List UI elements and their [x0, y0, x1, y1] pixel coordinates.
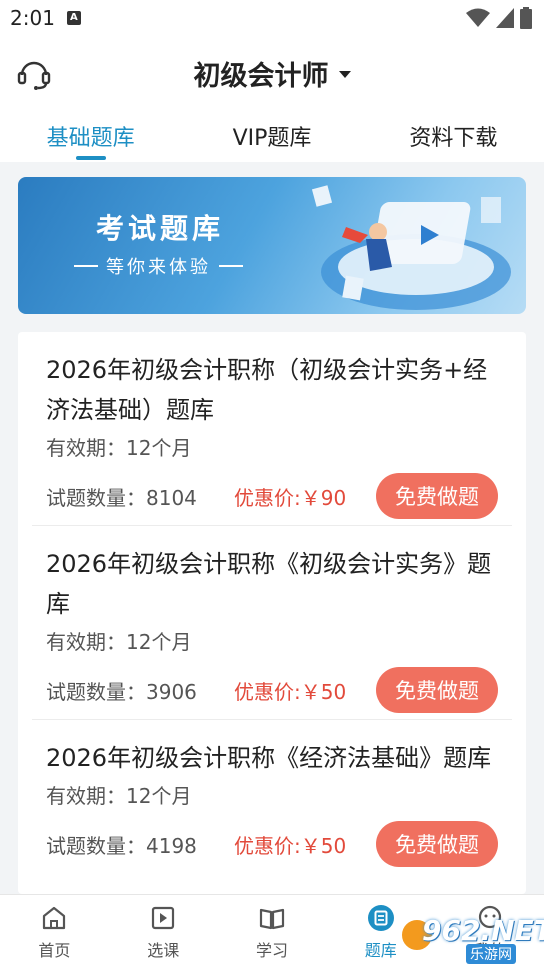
item-validity: 有效期：12个月: [46, 436, 192, 460]
banner-illustration: [311, 185, 511, 310]
exam-selector[interactable]: 初级会计师: [194, 54, 351, 93]
tab-materials-download[interactable]: 资料下载: [363, 110, 544, 162]
home-icon: [43, 906, 66, 929]
item-question-count: 试题数量：4198: [46, 833, 197, 858]
item-price: 优惠价:￥90: [234, 485, 347, 510]
nav-label: 选课: [147, 940, 180, 960]
nav-label: 题库: [364, 940, 397, 960]
divider: [74, 265, 98, 267]
banner-title: 考试题库: [96, 212, 225, 245]
item-title: 2026年初级会计职称《经济法基础》题库: [46, 744, 492, 772]
item-title: 2026年初级会计职称《初级会计实务》题库: [46, 550, 492, 618]
free-practice-button[interactable]: 免费做题: [376, 473, 498, 519]
tab-label: VIP题库: [232, 126, 312, 151]
item-question-count: 试题数量：8104: [46, 485, 197, 510]
app-header: 初级会计师: [0, 36, 544, 110]
free-practice-button[interactable]: 免费做题: [376, 821, 498, 867]
watermark-sub: 乐游网: [466, 944, 516, 964]
nav-courses[interactable]: 选课: [109, 895, 218, 968]
tab-bar: 基础题库 VIP题库 资料下载: [0, 110, 544, 162]
tab-vip-question-bank[interactable]: VIP题库: [181, 110, 362, 162]
study-icon: [259, 908, 285, 929]
watermark-main: 962.NET: [422, 914, 544, 947]
caret-down-icon: [338, 70, 351, 78]
banner-subtitle-row: 等你来体验: [74, 253, 243, 279]
nav-home[interactable]: 首页: [0, 895, 109, 968]
course-icon: [152, 906, 175, 929]
divider: [219, 265, 243, 267]
tab-label: 资料下载: [409, 126, 498, 151]
wifi-icon: [466, 8, 490, 27]
battery-icon: [520, 7, 532, 29]
active-tab-indicator: [75, 156, 106, 160]
question-bank-list: 2026年初级会计职称（初级会计实务+经济法基础）题库 有效期：12个月 试题数…: [18, 332, 526, 894]
status-time: 2:01: [10, 6, 55, 30]
question-bank-icon: [367, 904, 394, 931]
list-item[interactable]: 2026年初级会计职称《初级会计实务》题库 有效期：12个月 试题数量：3906…: [32, 526, 512, 720]
tab-basic-question-bank[interactable]: 基础题库: [0, 110, 181, 162]
item-question-count: 试题数量：3906: [46, 679, 197, 704]
item-title: 2026年初级会计职称（初级会计实务+经济法基础）题库: [46, 356, 488, 424]
tab-label: 基础题库: [46, 126, 135, 151]
watermark: 962.NET 乐游网: [400, 914, 544, 966]
item-price: 优惠价:￥50: [234, 833, 347, 858]
page-title: 初级会计师: [193, 60, 329, 92]
free-practice-button[interactable]: 免费做题: [376, 667, 498, 713]
item-validity: 有效期：12个月: [46, 630, 192, 654]
list-item[interactable]: 2026年初级会计职称（初级会计实务+经济法基础）题库 有效期：12个月 试题数…: [32, 332, 512, 526]
list-item[interactable]: 2026年初级会计职称《经济法基础》题库 有效期：12个月 试题数量：4198 …: [32, 720, 512, 894]
nav-label: 首页: [38, 940, 71, 960]
nav-study[interactable]: 学习: [218, 895, 327, 968]
notification-a-icon: A: [66, 11, 81, 25]
item-price: 优惠价:￥50: [234, 679, 347, 704]
nav-label: 学习: [255, 940, 288, 960]
signal-icon: [496, 8, 514, 28]
banner-subtitle: 等你来体验: [106, 257, 211, 278]
customer-service-icon[interactable]: [16, 56, 52, 92]
promo-banner[interactable]: 考试题库 等你来体验: [18, 177, 526, 314]
item-validity: 有效期：12个月: [46, 784, 192, 808]
status-bar: 2:01 A: [0, 0, 544, 36]
